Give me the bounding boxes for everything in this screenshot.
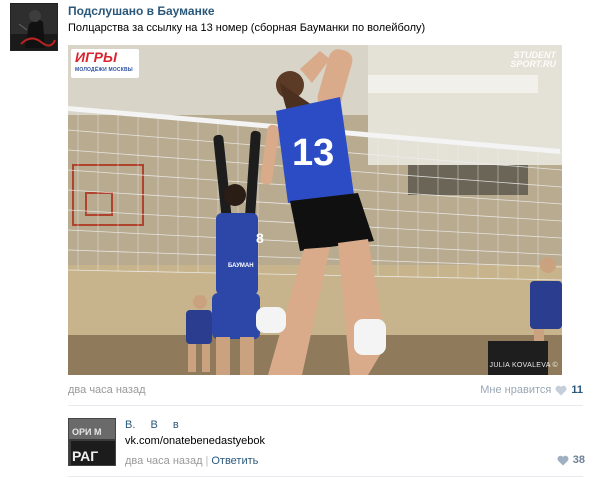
photo-credit: JULIA KOVALEVA © xyxy=(489,362,558,369)
comment-avatar[interactable]: ОРИ М РАГ xyxy=(68,418,116,466)
bottom-divider xyxy=(68,476,583,477)
comment-avatar-image: ОРИ М РАГ xyxy=(69,419,115,465)
igry-logo-subtext: МОЛОДЁЖИ МОСКВЫ xyxy=(75,67,133,73)
post-photo[interactable]: 8 БАУМАН 13 ИГРЫ МОЛОДЁЖИ МОСКВЫ STUDENT… xyxy=(68,45,562,375)
comment-meta-separator: | xyxy=(205,455,209,467)
post-like-button[interactable]: Мне нравится 11 xyxy=(480,384,583,396)
heart-icon xyxy=(557,455,569,465)
blocker-jersey-text: БАУМАН xyxy=(228,263,254,269)
post-like-count: 11 xyxy=(571,384,583,396)
blocker-jersey-number: 8 xyxy=(256,230,264,246)
comment-like-button[interactable]: 38 xyxy=(557,454,585,466)
comment-author-link[interactable]: В. В в xyxy=(125,419,179,431)
group-name-link[interactable]: Подслушано в Бауманке xyxy=(68,4,215,18)
post-time-link[interactable]: два часа назад xyxy=(68,384,145,396)
group-avatar[interactable] xyxy=(10,3,58,51)
volleyball-photo: 8 БАУМАН 13 xyxy=(68,45,562,375)
comment-meta: два часа назад | Ответить xyxy=(125,455,258,467)
heart-icon xyxy=(555,385,567,395)
comment-text: vk.com/onatebenedastyebok xyxy=(125,435,266,447)
post-text: Полцарства за ссылку на 13 номер (сборна… xyxy=(68,22,426,34)
igry-logo: ИГРЫ МОЛОДЁЖИ МОСКВЫ xyxy=(71,49,139,78)
comment-divider xyxy=(68,405,583,406)
like-label: Мне нравится xyxy=(480,384,552,396)
comment-like-count: 38 xyxy=(572,454,585,466)
igry-logo-text: ИГРЫ xyxy=(75,49,117,65)
comment-time-link[interactable]: два часа назад xyxy=(125,455,202,467)
hitter-jersey-number: 13 xyxy=(292,132,334,174)
studentsport-logo: STUDENT SPORT.RU xyxy=(510,51,556,69)
post-meta: два часа назад Мне нравится 11 xyxy=(68,384,583,398)
reply-link[interactable]: Ответить xyxy=(211,455,258,467)
studentsport-logo-line2: SPORT.RU xyxy=(510,59,556,69)
group-avatar-image xyxy=(11,4,57,50)
svg-text:РАГ: РАГ xyxy=(72,448,98,464)
svg-text:ОРИ М: ОРИ М xyxy=(72,427,101,437)
